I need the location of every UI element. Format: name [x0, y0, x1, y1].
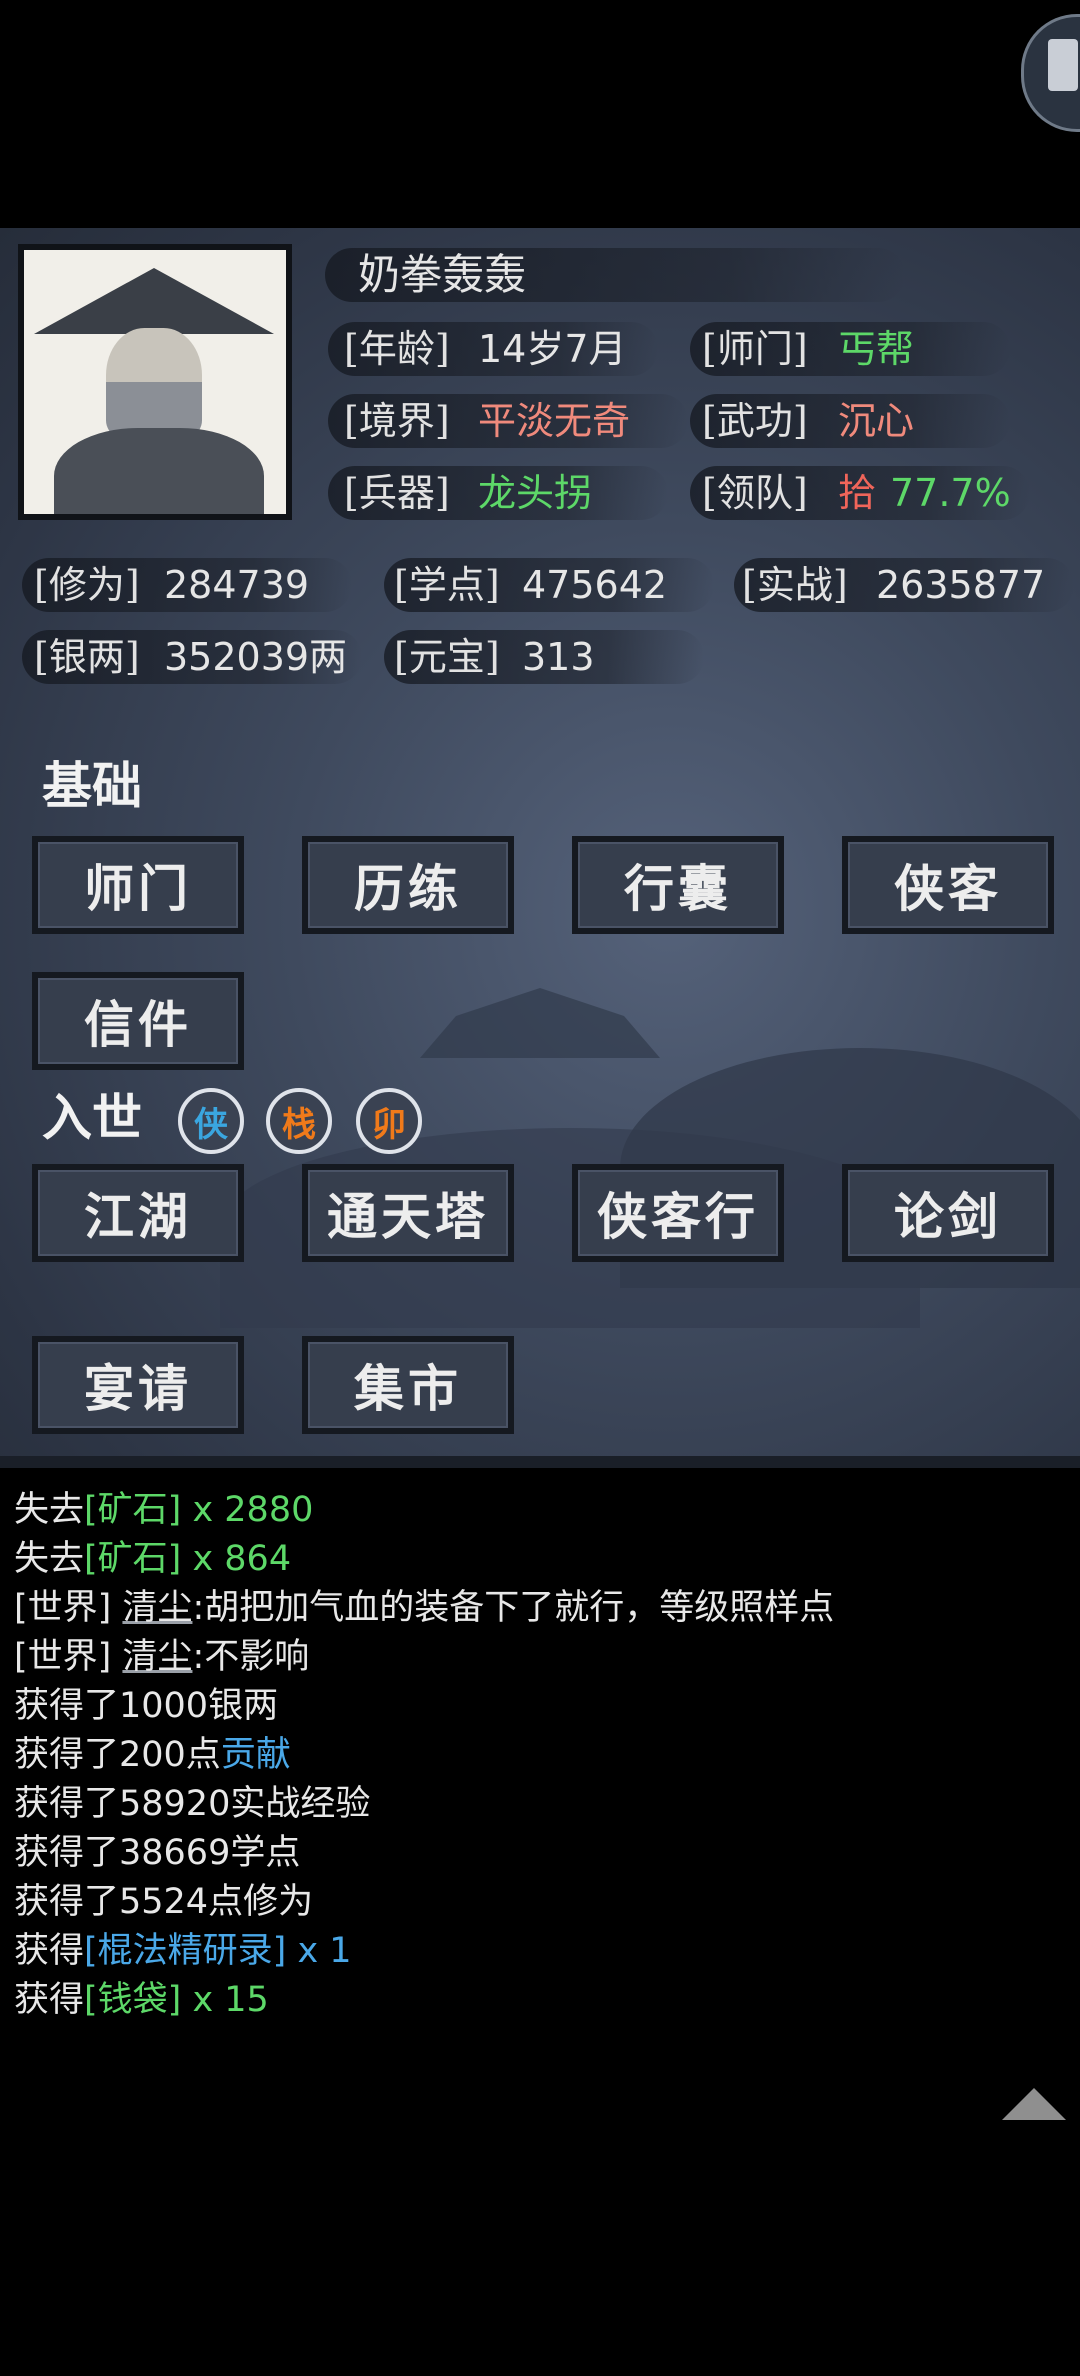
- study-label: [学点]: [394, 563, 500, 607]
- log-line: 获得了1000银两: [14, 1686, 279, 1726]
- market-button[interactable]: 集市: [302, 1336, 514, 1434]
- player-link[interactable]: 清尘: [122, 1588, 192, 1628]
- item-link[interactable]: [矿石]: [84, 1539, 181, 1579]
- sect-label: [师门]: [702, 327, 808, 371]
- item-link[interactable]: [矿石]: [84, 1490, 181, 1530]
- age-value: 14岁7月: [478, 327, 627, 371]
- message-log[interactable]: 失去[矿石] x 2880 失去[矿石] x 864 [世界] 清尘:胡把加气血…: [0, 1468, 1080, 2146]
- skill-label: [武功]: [702, 399, 808, 443]
- weapon-value[interactable]: 龙头拐: [478, 466, 592, 520]
- ground-divider: [0, 1456, 1080, 1468]
- log-line: 获得了200点贡献: [14, 1731, 291, 1779]
- combat-value: 2635877: [876, 563, 1046, 607]
- combat-label: [实战]: [742, 563, 848, 607]
- tower-button[interactable]: 通天塔: [302, 1164, 514, 1262]
- silver-label: [银两]: [34, 635, 140, 679]
- weapon-label: [兵器]: [344, 471, 450, 515]
- sect-value[interactable]: 丐帮: [838, 322, 914, 376]
- item-link[interactable]: [钱袋]: [84, 1980, 181, 2020]
- player-name: 奶拳轰轰: [358, 250, 527, 299]
- mao-seal-icon[interactable]: 卯: [356, 1088, 422, 1154]
- item-count: x 864: [181, 1539, 292, 1579]
- log-text: 获得: [14, 1980, 85, 2020]
- chat-text: :胡把加气血的装备下了就行，等级照样点: [192, 1588, 835, 1628]
- scroll-up-triangle-icon[interactable]: [1002, 2088, 1066, 2120]
- ingot-label: [元宝]: [394, 635, 500, 679]
- avatar-frame[interactable]: [18, 244, 292, 520]
- lead-label: [领队]: [702, 471, 808, 515]
- log-line: 获得了58920实战经验: [14, 1784, 371, 1824]
- hero-seal-icon[interactable]: 侠: [178, 1088, 244, 1154]
- hero-button[interactable]: 侠客: [842, 836, 1054, 934]
- bottom-black-bar: [0, 2146, 1080, 2376]
- avatar: [24, 250, 286, 514]
- inventory-button[interactable]: 行囊: [572, 836, 784, 934]
- channel-tag: [世界]: [14, 1588, 123, 1628]
- top-black-bar: [0, 0, 1080, 228]
- item-link[interactable]: [棍法精研录]: [84, 1931, 286, 1971]
- log-line: [世界] 清尘:胡把加气血的装备下了就行，等级照样点: [14, 1584, 834, 1632]
- ingot-value: 313: [522, 635, 595, 679]
- section-title-world: 入世: [42, 1088, 142, 1147]
- log-line: 失去[矿石] x 2880: [14, 1486, 313, 1534]
- log-line: 获得[棍法精研录] x 1: [14, 1927, 352, 1975]
- age-label: [年龄]: [344, 327, 450, 371]
- banquet-button[interactable]: 宴请: [32, 1336, 244, 1434]
- item-count: x 15: [181, 1980, 269, 2020]
- log-line: 获得了5524点修为: [14, 1882, 314, 1922]
- xiakexing-button[interactable]: 侠客行: [572, 1164, 784, 1262]
- log-line: 失去[矿石] x 864: [14, 1535, 291, 1583]
- log-text: 失去: [14, 1490, 85, 1530]
- player-link[interactable]: 清尘: [122, 1637, 192, 1677]
- log-line: 获得了38669学点: [14, 1833, 301, 1873]
- log-line: [世界] 清尘:不影响: [14, 1633, 309, 1681]
- silver-value: 352039两: [164, 635, 348, 679]
- lead-rank: 拾: [838, 471, 877, 515]
- skill-value[interactable]: 沉心: [838, 394, 914, 448]
- chat-text: :不影响: [192, 1637, 310, 1677]
- realm-value: 平淡无奇: [478, 399, 631, 443]
- section-title-basics: 基础: [42, 756, 142, 815]
- log-text: 获得了200点: [14, 1735, 221, 1775]
- cultivation-value: 284739: [164, 563, 310, 607]
- inn-seal-icon[interactable]: 栈: [266, 1088, 332, 1154]
- item-count: x 1: [286, 1931, 352, 1971]
- log-line: 获得[钱袋] x 15: [14, 1976, 269, 2024]
- mail-button[interactable]: 信件: [32, 972, 244, 1070]
- channel-tag: [世界]: [14, 1637, 123, 1677]
- duel-button[interactable]: 论剑: [842, 1164, 1054, 1262]
- sect-button[interactable]: 师门: [32, 836, 244, 934]
- jianghu-button[interactable]: 江湖: [32, 1164, 244, 1262]
- bamboo-hat-shape: [34, 268, 274, 334]
- item-count: x 2880: [181, 1490, 314, 1530]
- realm-label: [境界]: [344, 399, 450, 443]
- lead-percent: 77.7%: [890, 471, 1011, 515]
- log-text: 获得: [14, 1931, 85, 1971]
- log-text: 失去: [14, 1539, 85, 1579]
- training-button[interactable]: 历练: [302, 836, 514, 934]
- pavilion-bg: [420, 988, 660, 1058]
- cultivation-label: [修为]: [34, 563, 140, 607]
- body-shape: [54, 428, 264, 514]
- study-value: 475642: [522, 563, 668, 607]
- contribution-link[interactable]: 贡献: [221, 1735, 291, 1775]
